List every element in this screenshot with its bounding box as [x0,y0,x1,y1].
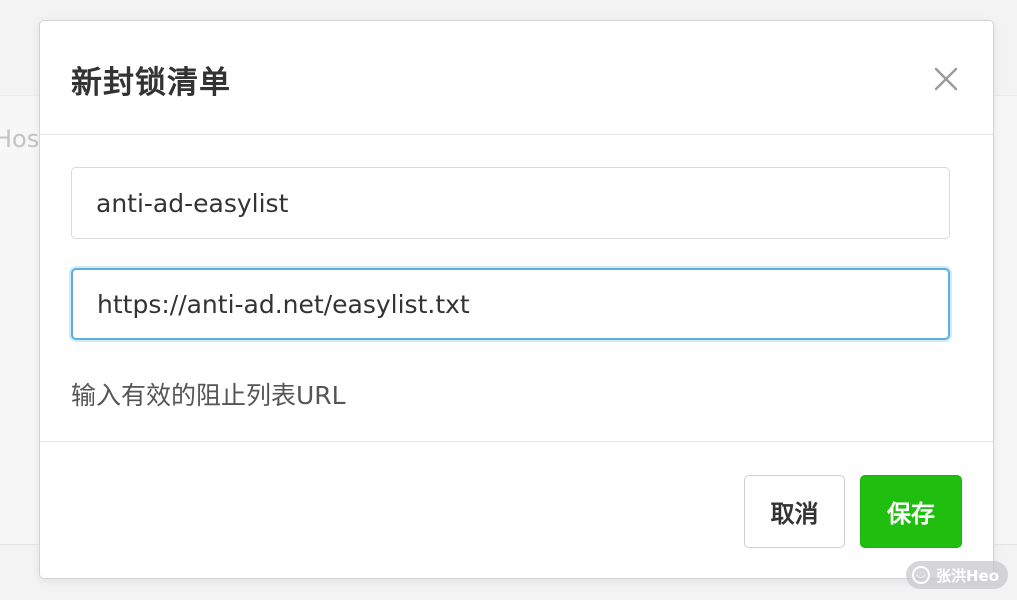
cancel-button[interactable]: 取消 [744,475,845,548]
watermark-text: 张洪Heo [936,566,1000,585]
save-button[interactable]: 保存 [860,475,962,548]
watermark: ◡ 张洪Heo [906,561,1008,589]
watermark-logo-icon: ◡ [912,566,930,584]
dialog-title: 新封锁清单 [71,65,231,101]
blocklist-url-input[interactable] [71,268,950,340]
blocklist-name-input[interactable] [71,167,950,239]
close-icon[interactable] [933,66,959,92]
new-blocklist-dialog: 新封锁清单 输入有效的阻止列表URL 取消 保存 [39,20,994,579]
dialog-footer: 取消 保存 [40,441,993,580]
dialog-header: 新封锁清单 [40,21,993,135]
background-partial-text: Hos [0,125,40,153]
url-help-text: 输入有效的阻止列表URL [71,381,346,410]
